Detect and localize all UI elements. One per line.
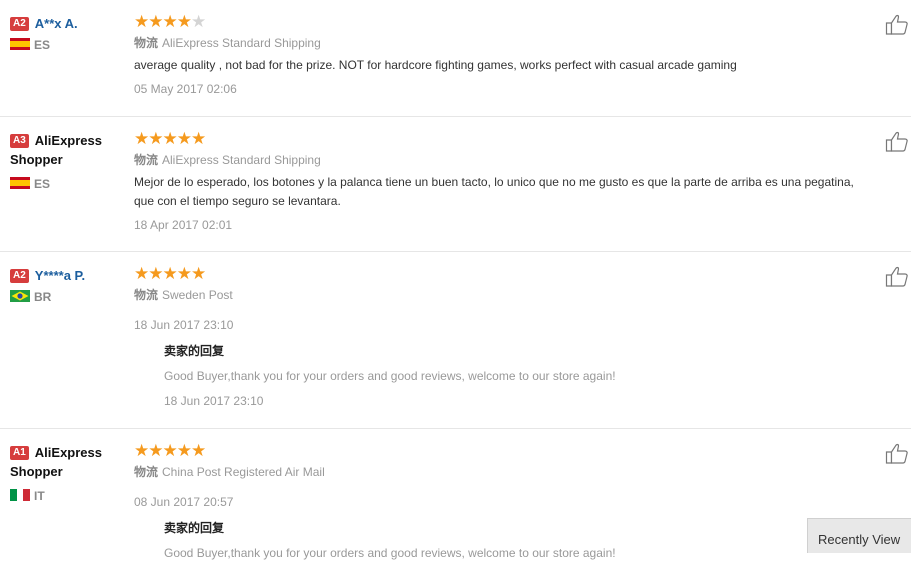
review-text: average quality , not bad for the prize.… bbox=[134, 58, 737, 72]
buyer-level-badge: A2 bbox=[10, 17, 29, 31]
star-rating: ★★★★★ bbox=[134, 264, 874, 283]
review-item: A2 A**x A. ES ★★★★★ 物流 AliExpress Standard… bbox=[0, 0, 911, 117]
thumbs-up-icon[interactable] bbox=[885, 265, 909, 287]
review-text: Mejor de lo esperado, los botones y la p… bbox=[134, 175, 854, 208]
star-rating: ★★★★★ bbox=[134, 129, 874, 148]
shipping-value: Sweden Post bbox=[162, 288, 233, 302]
star-icon: ★★★★★ bbox=[134, 129, 206, 148]
reviewer-country: IT bbox=[10, 488, 130, 504]
recently-view-button[interactable]: Recently View bbox=[807, 518, 911, 553]
reviewer-info: A2 Y****a P. BR bbox=[10, 266, 130, 305]
star-empty-icon: ★ bbox=[190, 12, 206, 31]
seller-reply: 卖家的回复 Good Buyer,thank you for your orde… bbox=[164, 342, 874, 410]
seller-reply-title: 卖家的回复 bbox=[164, 521, 225, 535]
star-icon: ★★★★★ bbox=[134, 441, 206, 460]
review-item: A3 AliExpress Shopper ES ★★★★★ 物流 AliExpre… bbox=[0, 117, 911, 252]
italy-flag-icon bbox=[10, 489, 30, 501]
review-body: ★★★★★ 物流 AliExpress Standard Shipping ave… bbox=[134, 12, 874, 98]
spain-flag-icon bbox=[10, 38, 30, 50]
reviewer-country: ES bbox=[10, 176, 130, 192]
shipping-value: AliExpress Standard Shipping bbox=[162, 153, 321, 167]
star-icon: ★★★★★ bbox=[134, 264, 206, 283]
review-body: ★★★★★ 物流 China Post Registered Air Mail 0… bbox=[134, 441, 874, 562]
shipping-label: 物流 bbox=[134, 288, 159, 302]
country-code: ES bbox=[34, 38, 51, 52]
seller-reply: 卖家的回复 Good Buyer,thank you for your orde… bbox=[164, 519, 874, 562]
thumbs-up-icon[interactable] bbox=[885, 13, 909, 35]
shipping-label: 物流 bbox=[134, 36, 159, 50]
star-icon: ★★★★ bbox=[134, 12, 192, 31]
thumbs-up-icon[interactable] bbox=[885, 130, 909, 152]
country-code: BR bbox=[34, 290, 52, 304]
country-code: IT bbox=[34, 489, 45, 503]
reviewer-country: ES bbox=[10, 37, 130, 53]
shipping-method: 物流 China Post Registered Air Mail bbox=[134, 463, 874, 481]
buyer-level-badge: A3 bbox=[10, 134, 29, 148]
shipping-method: 物流 AliExpress Standard Shipping bbox=[134, 151, 874, 169]
shipping-value: China Post Registered Air Mail bbox=[162, 465, 325, 479]
spain-flag-icon bbox=[10, 177, 30, 189]
reviewer-info: A3 AliExpress Shopper ES bbox=[10, 131, 130, 192]
review-item: A2 Y****a P. BR ★★★★★ 物流 Sweden Post 18 Ju… bbox=[0, 252, 911, 429]
brazil-flag-icon bbox=[10, 290, 30, 302]
seller-reply-text: Good Buyer,thank you for your orders and… bbox=[164, 546, 616, 560]
country-code: ES bbox=[34, 177, 51, 191]
star-rating: ★★★★★ bbox=[134, 12, 874, 31]
review-date: 18 Jun 2017 23:10 bbox=[134, 318, 234, 332]
reviewer-info: A2 A**x A. ES bbox=[10, 14, 130, 53]
review-date: 08 Jun 2017 20:57 bbox=[134, 495, 234, 509]
seller-reply-text: Good Buyer,thank you for your orders and… bbox=[164, 369, 616, 383]
review-date: 18 Apr 2017 02:01 bbox=[134, 218, 233, 232]
shipping-method: 物流 Sweden Post bbox=[134, 286, 874, 304]
shipping-label: 物流 bbox=[134, 153, 159, 167]
seller-reply-title: 卖家的回复 bbox=[164, 344, 225, 358]
seller-reply-date: 18 Jun 2017 23:10 bbox=[164, 394, 264, 408]
reviewer-name[interactable]: A**x A. bbox=[35, 16, 78, 31]
review-body: ★★★★★ 物流 Sweden Post 18 Jun 2017 23:10 卖家… bbox=[134, 264, 874, 410]
shipping-label: 物流 bbox=[134, 465, 159, 479]
reviewer-name[interactable]: Y****a P. bbox=[35, 268, 85, 283]
review-item: A1 AliExpress Shopper IT ★★★★★ 物流 China Po… bbox=[0, 429, 911, 569]
review-date: 05 May 2017 02:06 bbox=[134, 82, 237, 96]
thumbs-up-icon[interactable] bbox=[885, 442, 909, 464]
star-rating: ★★★★★ bbox=[134, 441, 874, 460]
buyer-level-badge: A2 bbox=[10, 269, 29, 283]
reviewer-country: BR bbox=[10, 289, 130, 305]
shipping-method: 物流 AliExpress Standard Shipping bbox=[134, 34, 874, 52]
reviewer-info: A1 AliExpress Shopper IT bbox=[10, 443, 130, 504]
review-body: ★★★★★ 物流 AliExpress Standard Shipping Mej… bbox=[134, 129, 874, 234]
shipping-value: AliExpress Standard Shipping bbox=[162, 36, 321, 50]
buyer-level-badge: A1 bbox=[10, 446, 29, 460]
